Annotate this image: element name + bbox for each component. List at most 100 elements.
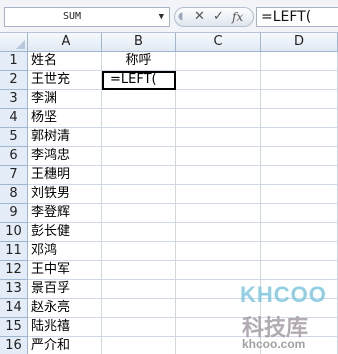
cell-a[interactable]: 李鸿忠 [28,147,102,166]
select-all-icon [16,40,25,49]
cell-d[interactable] [261,261,338,280]
cell-a[interactable]: 王穗明 [28,166,102,185]
cell-b[interactable] [102,299,176,318]
table-row: 10 彭长健 [0,223,338,242]
cell-d[interactable] [261,242,338,261]
row-header[interactable]: 8 [0,185,28,204]
watermark-logo: KHCOO [240,282,327,307]
row-header[interactable]: 13 [0,280,28,299]
cell-d[interactable] [261,109,338,128]
cell-b[interactable] [102,128,176,147]
row-header[interactable]: 1 [0,52,28,71]
cell-b[interactable] [102,223,176,242]
cell-b[interactable]: =LEFT( [102,71,176,90]
cell-a[interactable]: 李登辉 [28,204,102,223]
cell-a[interactable]: 陆兆禧 [28,318,102,337]
cell-c[interactable] [176,223,261,242]
cell-d[interactable] [261,90,338,109]
cell-b[interactable] [102,280,176,299]
table-row: 3 李渊 [0,90,338,109]
cell-b[interactable] [102,109,176,128]
cell-b[interactable] [102,318,176,337]
name-box[interactable]: SUM ▼ [4,7,170,27]
row-header[interactable]: 9 [0,204,28,223]
cell-b[interactable] [102,90,176,109]
column-header-c[interactable]: C [176,33,261,52]
cell-c[interactable] [176,147,261,166]
cell-d[interactable] [261,71,338,90]
cell-c[interactable] [176,185,261,204]
cell-b[interactable] [102,242,176,261]
table-row: 6 李鸿忠 [0,147,338,166]
row-header[interactable]: 10 [0,223,28,242]
column-header-a[interactable]: A [28,33,102,52]
select-all-button[interactable] [0,33,28,52]
table-row: 5 郭树清 [0,128,338,147]
row-header[interactable]: 4 [0,109,28,128]
cell-a[interactable]: 严介和 [28,337,102,354]
cell-c[interactable] [176,204,261,223]
cell-b[interactable] [102,337,176,354]
cell-a[interactable]: 景百孚 [28,280,102,299]
table-row: 11 邓鸿 [0,242,338,261]
cell-a[interactable]: 赵永亮 [28,299,102,318]
table-row: 1 姓名 称呼 [0,52,338,71]
cell-d[interactable] [261,204,338,223]
table-row: 2 王世充 =LEFT( [0,71,338,90]
cell-a[interactable]: 王中军 [28,261,102,280]
cell-a[interactable]: 邓鸿 [28,242,102,261]
table-row: 8 刘铁男 [0,185,338,204]
cell-a[interactable]: 彭长健 [28,223,102,242]
cell-d[interactable] [261,52,338,71]
row-header[interactable]: 2 [0,71,28,90]
row-header[interactable]: 7 [0,166,28,185]
insert-function-icon[interactable]: fx [232,9,243,25]
cell-a[interactable]: 杨坚 [28,109,102,128]
cell-b[interactable] [102,147,176,166]
formula-buttons: ◖ ✕ ✓ fx [174,7,254,27]
cell-a[interactable]: 姓名 [28,52,102,71]
row-header[interactable]: 12 [0,261,28,280]
enter-icon[interactable]: ✓ [213,9,224,25]
cell-b[interactable]: 称呼 [102,52,176,71]
cell-d[interactable] [261,166,338,185]
row-header[interactable]: 6 [0,147,28,166]
cell-c[interactable] [176,128,261,147]
cell-a[interactable]: 李渊 [28,90,102,109]
cell-c[interactable] [176,71,261,90]
cell-c[interactable] [176,90,261,109]
row-header[interactable]: 3 [0,90,28,109]
cell-d[interactable] [261,147,338,166]
cell-c[interactable] [176,261,261,280]
row-header[interactable]: 14 [0,299,28,318]
grip-icon[interactable]: ◖ [178,9,183,25]
row-header[interactable]: 11 [0,242,28,261]
row-header[interactable]: 16 [0,337,28,354]
formula-input[interactable]: =LEFT( [256,7,338,27]
row-header[interactable]: 15 [0,318,28,337]
cell-b[interactable] [102,261,176,280]
row-header[interactable]: 5 [0,128,28,147]
cell-d[interactable] [261,128,338,147]
cell-c[interactable] [176,242,261,261]
cancel-icon[interactable]: ✕ [194,9,205,25]
column-header-b[interactable]: B [102,33,176,52]
cell-d[interactable] [261,223,338,242]
table-row: 7 王穗明 [0,166,338,185]
cell-a[interactable]: 郭树清 [28,128,102,147]
watermark: KHCOO 科技库 khcoo.com [232,282,336,352]
chevron-down-icon[interactable]: ▼ [159,8,164,26]
column-header-row: A B C D [0,33,338,52]
cell-b[interactable] [102,185,176,204]
cell-a[interactable]: 王世充 [28,71,102,90]
cell-c[interactable] [176,52,261,71]
column-header-d[interactable]: D [261,33,338,52]
watermark-domain: khcoo.com [242,337,306,351]
cell-d[interactable] [261,185,338,204]
table-row: 12 王中军 [0,261,338,280]
cell-b[interactable] [102,166,176,185]
cell-a[interactable]: 刘铁男 [28,185,102,204]
cell-c[interactable] [176,166,261,185]
cell-b[interactable] [102,204,176,223]
cell-c[interactable] [176,109,261,128]
